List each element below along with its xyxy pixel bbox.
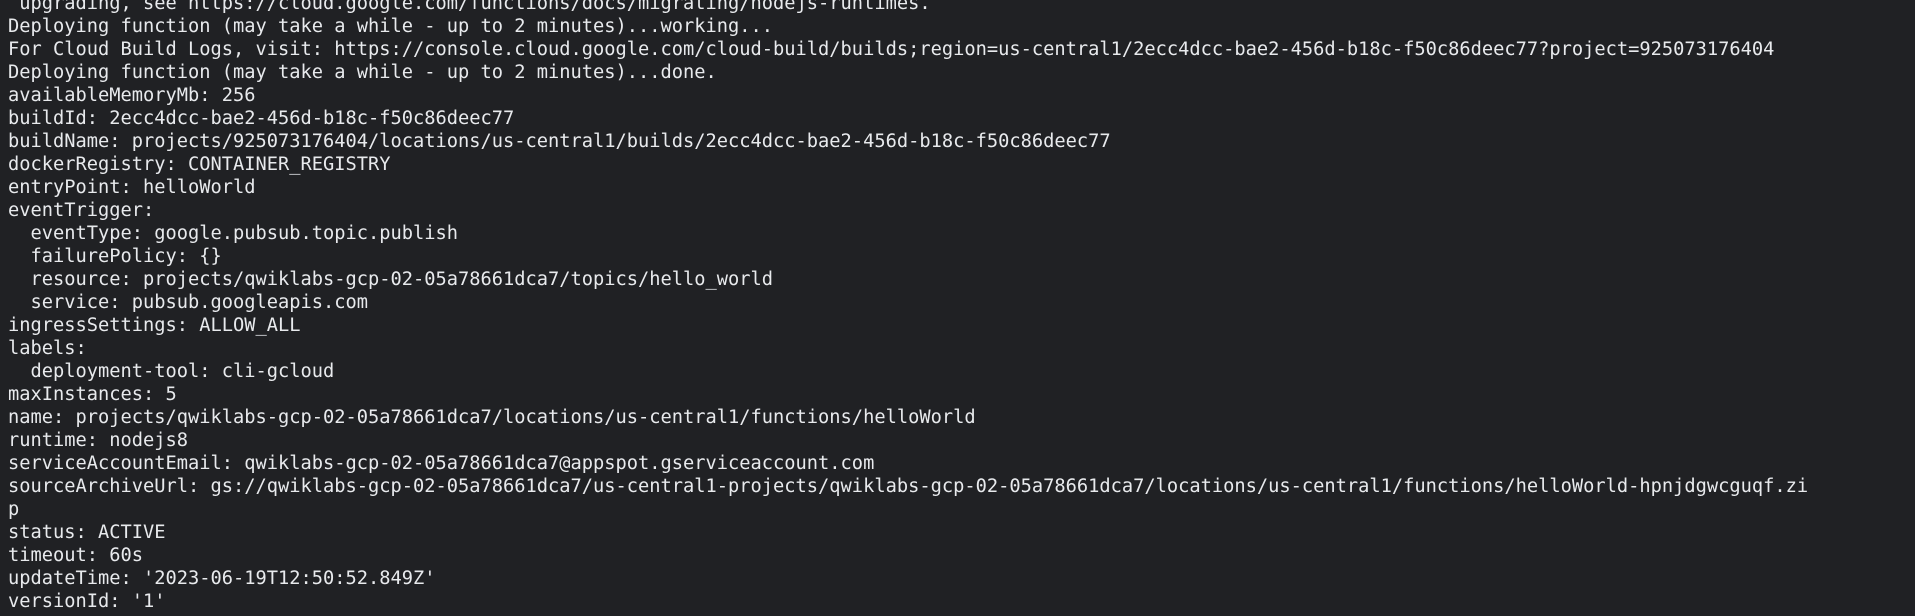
output-line-runtime: runtime: nodejs8 <box>8 430 189 451</box>
output-line-name: name: projects/qwiklabs-gcp-02-05a78661d… <box>8 407 976 428</box>
output-line-deployment-tool: deployment-tool: cli-gcloud <box>8 361 335 382</box>
output-line-source-archive-url-wrap: p <box>8 499 20 520</box>
output-line-ingress-settings: ingressSettings: ALLOW_ALL <box>8 315 301 336</box>
output-line-upgrade-notice: upgrading, see https://cloud.google.com/… <box>8 0 931 14</box>
output-line-status: status: ACTIVE <box>8 522 166 543</box>
output-line-service: service: pubsub.googleapis.com <box>8 292 369 313</box>
output-line-source-archive-url: sourceArchiveUrl: gs://qwiklabs-gcp-02-0… <box>8 476 1809 497</box>
output-line-entry-point: entryPoint: helloWorld <box>8 177 256 198</box>
output-line-timeout: timeout: 60s <box>8 545 144 566</box>
output-line-version-id: versionId: '1' <box>8 591 166 612</box>
output-line-resource: resource: projects/qwiklabs-gcp-02-05a78… <box>8 269 774 290</box>
output-line-event-type: eventType: google.pubsub.topic.publish <box>8 223 459 244</box>
output-line-failure-policy: failurePolicy: {} <box>8 246 222 267</box>
output-line-build-name: buildName: projects/925073176404/locatio… <box>8 131 1111 152</box>
output-line-deploying-working: Deploying function (may take a while - u… <box>8 16 774 37</box>
output-line-max-instances: maxInstances: 5 <box>8 384 177 405</box>
output-line-service-account-email: serviceAccountEmail: qwiklabs-gcp-02-05a… <box>8 453 875 474</box>
terminal-window[interactable]: upgrading, see https://cloud.google.com/… <box>0 0 1915 616</box>
terminal-output: upgrading, see https://cloud.google.com/… <box>8 0 1915 613</box>
output-line-event-trigger: eventTrigger: <box>8 200 155 221</box>
output-line-update-time: updateTime: '2023-06-19T12:50:52.849Z' <box>8 568 436 589</box>
output-line-deploying-done: Deploying function (may take a while - u… <box>8 62 717 83</box>
output-line-docker-registry: dockerRegistry: CONTAINER_REGISTRY <box>8 154 391 175</box>
output-line-labels: labels: <box>8 338 87 359</box>
output-line-build-id: buildId: 2ecc4dcc-bae2-456d-b18c-f50c86d… <box>8 108 515 129</box>
output-line-available-memory: availableMemoryMb: 256 <box>8 85 256 106</box>
output-line-build-logs: For Cloud Build Logs, visit: https://con… <box>8 39 1775 60</box>
